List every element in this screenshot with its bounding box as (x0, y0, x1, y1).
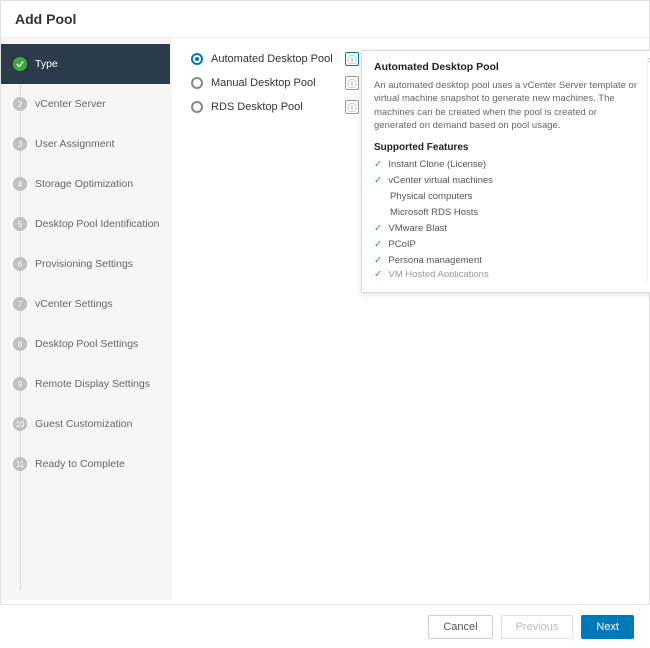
step-label: User Assignment (35, 138, 114, 150)
radio-label: Automated Desktop Pool (211, 53, 341, 65)
step-vcenter-server[interactable]: 2 vCenter Server (1, 84, 170, 124)
check-icon: ✓ (374, 175, 382, 186)
step-user-assignment[interactable]: 3 User Assignment (1, 124, 170, 164)
feature-item-cutoff: ✓VM Hosted Applications (374, 271, 641, 277)
cancel-button[interactable]: Cancel (428, 615, 492, 639)
info-tooltip: × Automated Desktop Pool An automated de… (361, 50, 650, 293)
feature-item: Microsoft RDS Hosts (374, 207, 641, 218)
step-label: Type (35, 58, 58, 70)
radio-label: RDS Desktop Pool (211, 101, 341, 113)
step-vcenter-settings[interactable]: 7 vCenter Settings (1, 284, 170, 324)
dialog-header: Add Pool (1, 1, 649, 38)
step-guest-customization[interactable]: 10 Guest Customization (1, 404, 170, 444)
step-type[interactable]: Type (1, 44, 170, 84)
dialog-body: Type 2 vCenter Server 3 User Assignment … (1, 38, 649, 600)
step-provisioning-settings[interactable]: 6 Provisioning Settings (1, 244, 170, 284)
feature-item: ✓PCoIP (374, 239, 641, 250)
check-icon (13, 57, 27, 71)
step-ready-to-complete[interactable]: 11 Ready to Complete (1, 444, 170, 484)
step-label: Provisioning Settings (35, 258, 133, 270)
check-icon: ✓ (374, 239, 382, 250)
tooltip-title: Automated Desktop Pool (374, 61, 641, 73)
tooltip-description: An automated desktop pool uses a vCenter… (374, 79, 641, 132)
step-number-icon: 3 (13, 137, 27, 151)
info-icon[interactable]: ⓘ (345, 100, 359, 114)
info-icon[interactable]: ⓘ (345, 52, 359, 66)
step-label: vCenter Server (35, 98, 106, 110)
step-label: Desktop Pool Settings (35, 338, 138, 350)
feature-item: ✓VMware Blast (374, 223, 641, 234)
step-label: Desktop Pool Identification (35, 218, 159, 230)
step-number-icon: 5 (13, 217, 27, 231)
step-desktop-pool-settings[interactable]: 8 Desktop Pool Settings (1, 324, 170, 364)
next-button[interactable]: Next (581, 615, 634, 639)
main-panel: ? Automated Desktop Pool ⓘ Manual Deskto… (171, 38, 649, 600)
step-number-icon: 11 (13, 457, 27, 471)
step-number-icon: 6 (13, 257, 27, 271)
tooltip-content: Automated Desktop Pool An automated desk… (374, 61, 648, 282)
radio-label: Manual Desktop Pool (211, 77, 341, 89)
radio-icon[interactable] (191, 101, 203, 113)
step-number-icon: 8 (13, 337, 27, 351)
step-label: vCenter Settings (35, 298, 113, 310)
feature-item: Physical computers (374, 191, 641, 202)
step-number-icon: 10 (13, 417, 27, 431)
step-number-icon: 4 (13, 177, 27, 191)
step-label: Storage Optimization (35, 178, 133, 190)
step-number-icon: 7 (13, 297, 27, 311)
feature-item: ✓Persona management (374, 255, 641, 266)
check-icon: ✓ (374, 255, 382, 266)
feature-item: ✓Instant Clone (License) (374, 159, 641, 170)
check-icon: ✓ (374, 223, 382, 234)
feature-item: ✓vCenter virtual machines (374, 175, 641, 186)
step-storage-optimization[interactable]: 4 Storage Optimization (1, 164, 170, 204)
dialog-title: Add Pool (15, 11, 635, 27)
wizard-steps-sidebar: Type 2 vCenter Server 3 User Assignment … (1, 38, 171, 600)
step-number-icon: 9 (13, 377, 27, 391)
check-icon: ✓ (374, 271, 382, 277)
radio-icon[interactable] (191, 77, 203, 89)
step-desktop-pool-identification[interactable]: 5 Desktop Pool Identification (1, 204, 170, 244)
step-label: Remote Display Settings (35, 378, 150, 390)
info-icon[interactable]: ⓘ (345, 76, 359, 90)
step-label: Guest Customization (35, 418, 132, 430)
check-icon: ✓ (374, 159, 382, 170)
dialog-footer: Cancel Previous Next (0, 604, 650, 648)
radio-icon[interactable] (191, 53, 203, 65)
step-number-icon: 2 (13, 97, 27, 111)
previous-button: Previous (501, 615, 574, 639)
tooltip-features-title: Supported Features (374, 142, 641, 153)
step-label: Ready to Complete (35, 458, 125, 470)
step-remote-display-settings[interactable]: 9 Remote Display Settings (1, 364, 170, 404)
